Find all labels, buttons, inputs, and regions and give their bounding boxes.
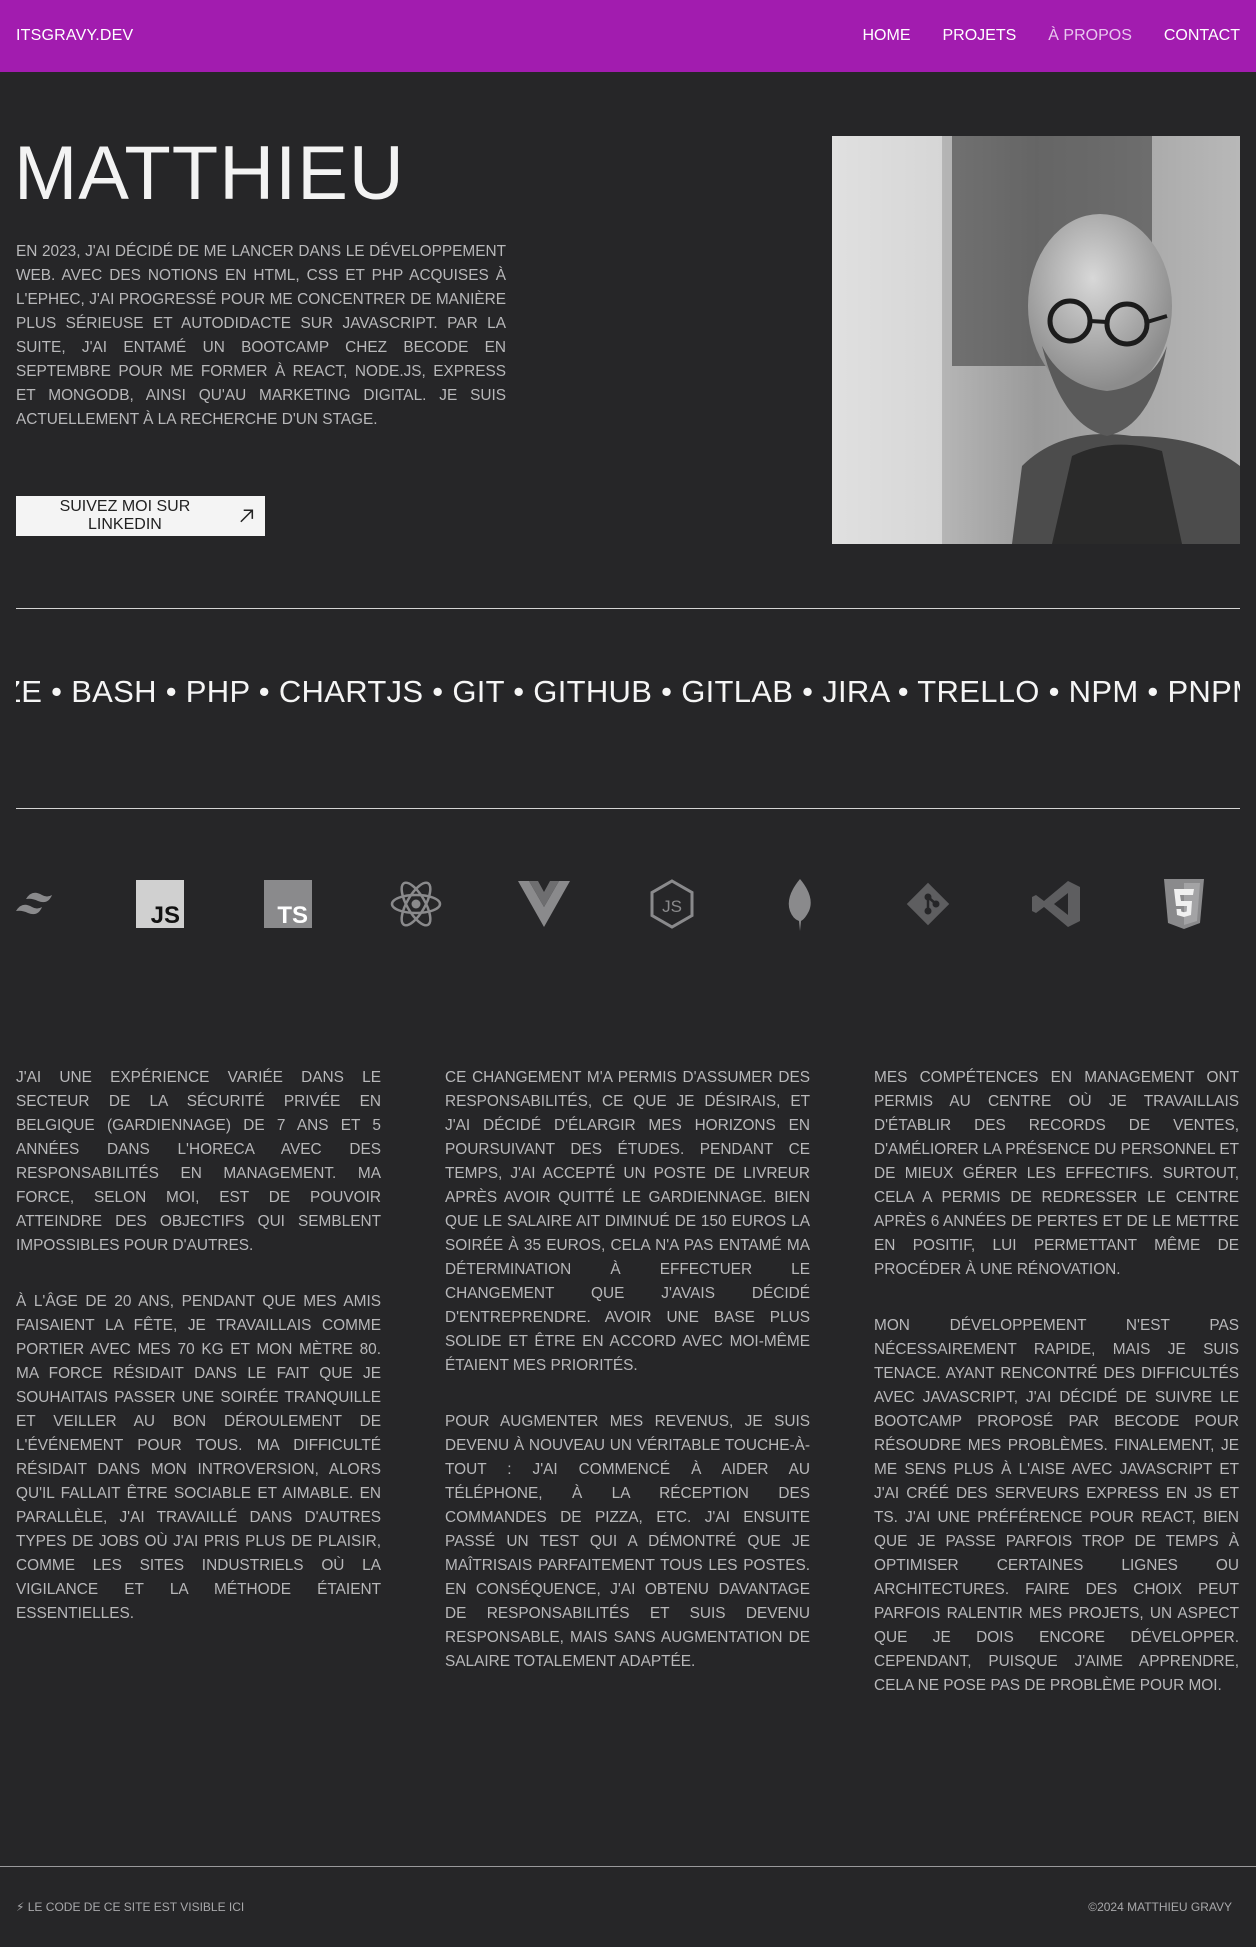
- hero-intro-text: En 2023, j'ai décidé de me lancer dans l…: [16, 243, 506, 428]
- about-paragraph: Pour augmenter mes revenus, je suis deve…: [445, 1413, 810, 1670]
- about-paragraph: Mon développement n'est pas nécessaireme…: [874, 1317, 1239, 1694]
- svg-text:JS: JS: [662, 897, 682, 916]
- typescript-icon: TS: [262, 878, 314, 930]
- divider: [16, 808, 1240, 809]
- skills-marquee: ZE • BASH • PHP • CHARTJS • GIT • GITHUB…: [16, 668, 1240, 718]
- mongodb-icon: [774, 878, 826, 931]
- nav-links: HOME PROJETS À PROPOS CONTACT: [862, 27, 1240, 45]
- vscode-icon: [1030, 878, 1082, 930]
- top-navbar: ITSGRAVY.DEV HOME PROJETS À PROPOS CONTA…: [0, 0, 1256, 72]
- linkedin-follow-button[interactable]: SUIVEZ MOI SUR LINKEDIN: [16, 496, 265, 536]
- nodejs-icon: JS: [646, 878, 698, 930]
- about-columns: J'ai une expérience variée dans le secte…: [16, 1066, 1240, 1730]
- about-paragraph: Mes compétences en management ont permis…: [874, 1069, 1239, 1278]
- about-paragraph: Ce changement m'a permis d'assumer des r…: [445, 1069, 810, 1374]
- arrow-up-right-icon: [240, 509, 253, 523]
- footer-divider: [0, 1866, 1256, 1867]
- nav-link-contact[interactable]: CONTACT: [1164, 27, 1240, 45]
- copyright-text: ©2024 MATTHIEU GRAVY: [1088, 1900, 1232, 1914]
- react-icon: [390, 878, 442, 930]
- git-icon: [902, 878, 954, 930]
- about-paragraph: J'ai une expérience variée dans le secte…: [16, 1069, 381, 1254]
- svg-text:JS: JS: [151, 902, 180, 928]
- svg-text:TS: TS: [277, 902, 308, 928]
- tech-icons-row: JS TS JS: [0, 878, 1256, 934]
- nav-link-projets[interactable]: PROJETS: [942, 27, 1016, 45]
- tailwind-icon: [12, 878, 64, 930]
- source-code-link[interactable]: ⚡ LE CODE DE CE SITE EST VISIBLE ICI: [16, 1900, 244, 1914]
- skills-marquee-text: ZE • BASH • PHP • CHARTJS • GIT • GITHUB…: [16, 674, 1240, 709]
- profile-photo: [832, 136, 1240, 544]
- about-column-3: Mes compétences en management ont permis…: [874, 1066, 1239, 1730]
- html5-icon: [1158, 878, 1210, 930]
- about-paragraph: À l'âge de 20 ans, pendant que mes amis …: [16, 1293, 381, 1622]
- linkedin-button-label: SUIVEZ MOI SUR LINKEDIN: [59, 498, 191, 533]
- profile-photo-illustration: [832, 136, 1240, 544]
- vue-icon: [518, 878, 570, 930]
- nav-link-home[interactable]: HOME: [862, 27, 910, 45]
- divider: [16, 608, 1240, 609]
- about-column-2: Ce changement m'a permis d'assumer des r…: [445, 1066, 810, 1730]
- about-column-1: J'ai une expérience variée dans le secte…: [16, 1066, 381, 1730]
- page-title: MATTHIEU: [14, 131, 405, 216]
- javascript-icon: JS: [134, 878, 186, 930]
- brand-logo-link[interactable]: ITSGRAVY.DEV: [16, 27, 133, 45]
- nav-link-a-propos[interactable]: À PROPOS: [1048, 27, 1132, 45]
